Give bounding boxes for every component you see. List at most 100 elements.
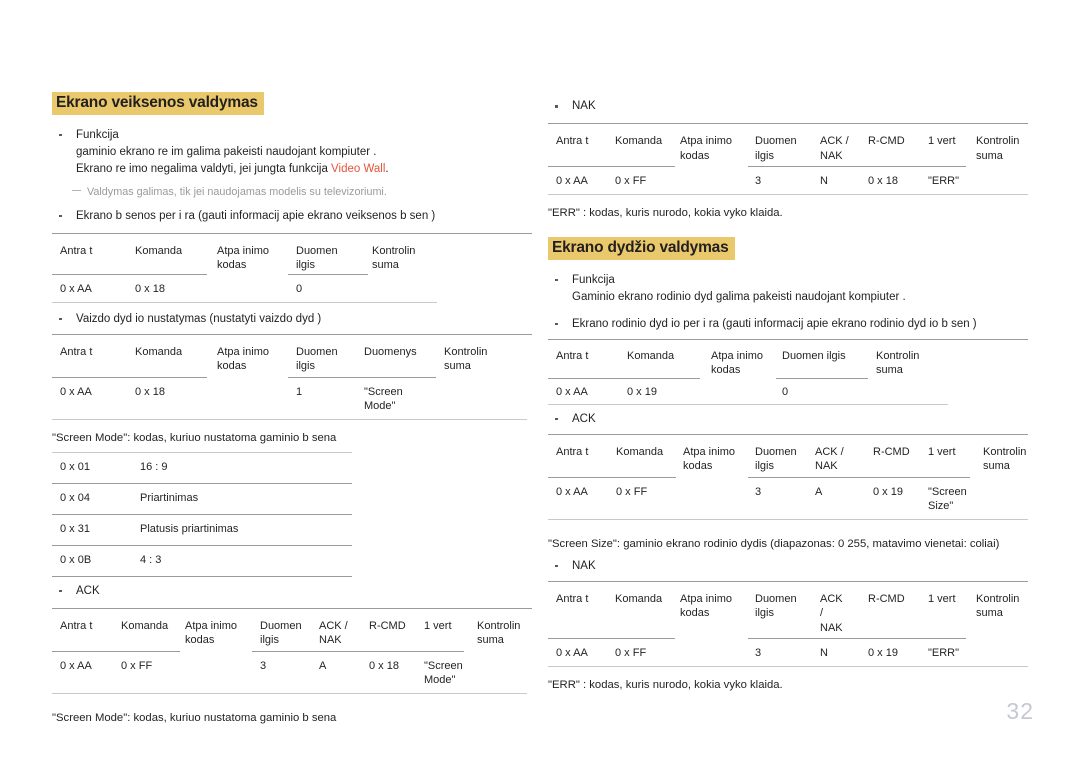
table-header-row: Antra t Komanda Atpa inimo kodas Duomen … [548, 582, 1028, 638]
header-cell-atpazinimo-kodas: Atpa inimo kodas [185, 619, 237, 647]
header-cell-duomenu-ilgis: Duomen ilgis [296, 244, 338, 272]
table-header-row: Antra t Komanda Atpa inimo kodas Duomen … [548, 124, 1028, 166]
header-cell-komanda: Komanda [627, 349, 675, 362]
code-row: 0 x 01 16 : 9 [52, 453, 352, 483]
header-cell-antraste: Antra t [556, 135, 589, 147]
header-cell-kontroline-suma: Kontrolin suma [976, 135, 1020, 162]
cell-komanda: 0 x 19 [627, 385, 657, 398]
table-data-row: 0 x AA 0 x FF 3 A 0 x 18 "Screen Mode" [52, 650, 532, 693]
code-label: Platusis priartinimas [140, 522, 239, 535]
header-cell-duomenu-ilgis: Duomen ilgis [755, 135, 797, 162]
header-cell-ack-nak: ACK / NAK [319, 619, 348, 647]
header-cell-1-verte: 1 vert [424, 619, 452, 632]
heading-ekrano-dydzio-valdymas: Ekrano dydžio valdymas [548, 237, 735, 260]
bullet-funkcija-label: Funkcija [76, 128, 119, 141]
cell-komanda: 0 x FF [616, 485, 648, 498]
bullet-nak-bottom: NAK [548, 558, 1028, 575]
header-cell-antraste: Antra t [60, 345, 93, 358]
cell-duomenu-ilgis: 0 [782, 385, 789, 398]
table-bottom-rule [548, 403, 948, 405]
table-data-row: 0 x AA 0 x 19 0 [548, 377, 1028, 404]
code-value: 0 x 01 [60, 460, 90, 473]
bullet-nak-top: NAK [548, 98, 1028, 115]
bullet-funkcija: Funkcija [52, 127, 532, 144]
header-cell-duomenu-ilgis: Duomen ilgis [755, 592, 797, 620]
header-cell-duomenys: Duomenys [364, 345, 417, 358]
table-screen-mode-codes: 0 x 01 16 : 9 0 x 04 Priartinimas 0 x 31… [52, 451, 352, 577]
bullet-nak-bottom-label: NAK [572, 559, 596, 572]
table-bottom-rule [52, 301, 437, 303]
table-bottom-rule [548, 194, 1028, 195]
cell-antraste: 0 x AA [556, 385, 588, 398]
header-cell-ack-nak: ACK / NAK [815, 445, 844, 473]
table-view-screen-size: Antra t Komanda Atpa inimo kodas Duomen … [548, 338, 1028, 405]
bullet-ack-right: ACK [548, 411, 1028, 428]
code-value: 0 x 04 [60, 491, 90, 504]
cell-ack-nak: A [815, 485, 823, 498]
left-column: Ekrano veiksenos valdymas Funkcija gamin… [52, 0, 532, 726]
table-nak-bottom: Antra t Komanda Atpa inimo kodas Duomen … [548, 580, 1028, 667]
code-label: 4 : 3 [140, 553, 162, 566]
cell-duomenys: "Screen Mode" [364, 385, 403, 413]
bullet-view-screen-state: Ekrano b senos per i ra (gauti informaci… [52, 208, 532, 225]
caption-err-top: "ERR" : kodas, kuris nurodo, kokia vyko … [548, 207, 783, 219]
cell-r-cmd: 0 x 18 [369, 659, 399, 672]
function-line2-prefix: Ekrano re imo negalima valdyti, jei jung… [76, 162, 332, 175]
code-label: Priartinimas [140, 491, 199, 504]
bullet-view-screen-size: Ekrano rodinio dyd io per i ra (gauti in… [548, 316, 1028, 333]
table-ack: Antra t Komanda Atpa inimo kodas Duomen … [52, 607, 532, 694]
header-cell-atpazinimo-kodas: Atpa inimo kodas [680, 592, 732, 620]
code-rule [52, 575, 352, 577]
cell-1-verte: "Screen Mode" [424, 659, 463, 687]
header-cell-komanda: Komanda [615, 592, 663, 605]
cell-duomenu-ilgis: 3 [755, 646, 762, 659]
header-cell-ack-nak: ACK / NAK [820, 135, 849, 162]
cell-komanda: 0 x FF [615, 646, 647, 659]
table-bottom-rule [52, 418, 527, 420]
code-value: 0 x 31 [60, 522, 90, 535]
function-line2-suffix: . [385, 162, 389, 175]
header-cell-kontroline-suma: Kontrolin suma [477, 619, 521, 647]
cell-antraste: 0 x AA [556, 175, 588, 187]
cell-komanda: 0 x 18 [135, 385, 165, 398]
cell-komanda: 0 x 18 [135, 282, 165, 295]
cell-antraste: 0 x AA [60, 282, 92, 295]
header-cell-duomenu-ilgis: Duomen ilgis [782, 349, 846, 362]
right-column: NAK Antra t Komanda Atpa inimo kodas Duo… [548, 0, 1028, 693]
table-data-row: 0 x AA 0 x 18 0 [52, 273, 532, 302]
cell-antraste: 0 x AA [556, 485, 588, 498]
page-number: 32 [1006, 698, 1034, 724]
bullet-view-screen-size-label: Ekrano rodinio dyd io per i ra (gauti in… [572, 317, 977, 330]
table-header-row: Antra t Komanda Atpa inimo kodas Duomen … [52, 609, 532, 651]
header-cell-duomenu-ilgis: Duomen ilgis [260, 619, 302, 647]
cell-1-verte: "Screen Size" [928, 485, 967, 513]
cell-1-verte: "ERR" [928, 175, 960, 187]
bullet-funkcija-right-label: Funkcija [572, 273, 615, 286]
header-cell-1-verte: 1 vert [928, 135, 956, 147]
header-cell-duomenu-ilgis: Duomen ilgis [296, 345, 338, 373]
table-set-picture-size: Antra t Komanda Atpa inimo kodas Duomen … [52, 333, 532, 420]
header-cell-kontroline-suma: Kontrolin suma [976, 592, 1020, 620]
header-cell-antraste: Antra t [60, 619, 93, 632]
header-cell-kontroline-suma: Kontrolin suma [876, 349, 920, 377]
header-cell-atpazinimo-kodas: Atpa inimo kodas [217, 244, 269, 272]
caption-screen-mode-codes: "Screen Mode": kodas, kuriuo nustatoma g… [52, 431, 337, 444]
function-description-line-1: gaminio ekrano re im galima pakeisti nau… [76, 145, 377, 158]
cell-duomenu-ilgis: 3 [755, 485, 762, 498]
header-cell-r-cmd: R-CMD [868, 135, 905, 147]
cell-1-verte: "ERR" [928, 646, 960, 659]
bullet-view-screen-state-label: Ekrano b senos per i ra (gauti informaci… [76, 209, 436, 222]
header-cell-1-verte: 1 vert [928, 445, 956, 458]
bullet-funkcija-right: Funkcija [548, 272, 1028, 289]
header-cell-antraste: Antra t [556, 445, 589, 458]
heading-ekrano-veiksenos-valdymas: Ekrano veiksenos valdymas [52, 92, 264, 115]
header-cell-komanda: Komanda [616, 445, 664, 458]
bullet-nak-top-label: NAK [572, 100, 596, 112]
cell-antraste: 0 x AA [556, 646, 588, 659]
header-cell-komanda: Komanda [135, 345, 183, 358]
header-cell-duomenu-ilgis: Duomen ilgis [755, 445, 797, 473]
cell-duomenu-ilgis: 3 [260, 659, 267, 672]
cell-komanda: 0 x FF [121, 659, 153, 672]
header-cell-ack-nak: ACK / NAK [820, 592, 843, 634]
header-cell-antraste: Antra t [60, 244, 93, 257]
